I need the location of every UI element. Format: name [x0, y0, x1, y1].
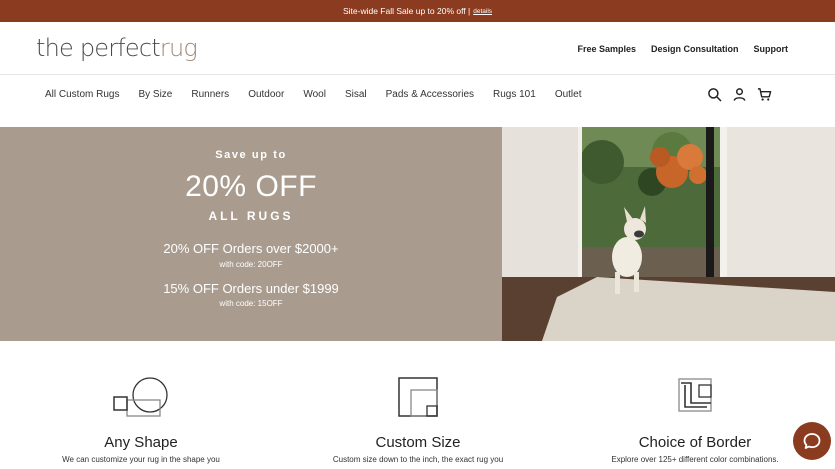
shapes-icon	[113, 377, 168, 417]
border-icon	[678, 378, 712, 412]
feature-description: We can customize your rug in the shape y…	[62, 455, 220, 464]
feature-title: Any Shape	[104, 434, 178, 451]
site-logo[interactable]: the perfectrug	[36, 34, 198, 62]
free-samples-link[interactable]: Free Samples	[577, 44, 636, 54]
hero-code-1: with code: 20OFF	[219, 260, 283, 269]
nav-item-all-custom-rugs[interactable]: All Custom Rugs	[45, 89, 119, 100]
promo-details-link[interactable]: details	[473, 8, 492, 15]
hero-image	[502, 127, 835, 341]
nav-item-pads-accessories[interactable]: Pads & Accessories	[386, 89, 474, 100]
nav-items: All Custom Rugs By Size Runners Outdoor …	[45, 89, 582, 100]
main-nav: All Custom Rugs By Size Runners Outdoor …	[0, 75, 835, 127]
chat-icon	[803, 433, 821, 449]
support-link[interactable]: Support	[754, 44, 789, 54]
hero-save-text: Save up to	[215, 149, 287, 161]
promo-text: Site-wide Fall Sale up to 20% off |	[342, 6, 471, 16]
hero-offer-2: 15% OFF Orders under $1999	[163, 281, 339, 296]
hero-offer-1: 20% OFF Orders over $2000+	[163, 241, 339, 256]
nav-icons	[707, 87, 772, 102]
nav-item-runners[interactable]: Runners	[191, 89, 229, 100]
logo-accent: rug	[159, 34, 198, 62]
nav-item-outlet[interactable]: Outlet	[555, 89, 582, 100]
chat-button[interactable]	[793, 422, 831, 460]
nav-item-by-size[interactable]: By Size	[138, 89, 172, 100]
promo-bar: Site-wide Fall Sale up to 20% off | deta…	[0, 0, 835, 22]
hero-code-2: with code: 15OFF	[219, 299, 283, 308]
feature-description: Custom size down to the inch, the exact …	[332, 455, 504, 464]
site-header: the perfectrug Free Samples Design Consu…	[0, 22, 835, 75]
nav-item-outdoor[interactable]: Outdoor	[248, 89, 284, 100]
nav-item-wool[interactable]: Wool	[303, 89, 326, 100]
utility-links: Free Samples Design Consultation Support	[577, 44, 788, 54]
logo-text: the perfect	[36, 34, 161, 62]
nav-item-sisal[interactable]: Sisal	[345, 89, 367, 100]
custom-size-icon	[398, 377, 438, 417]
hero-headline: 20% OFF	[185, 170, 317, 203]
hero-subheadline: ALL RUGS	[208, 209, 294, 223]
account-icon[interactable]	[732, 87, 747, 102]
cart-icon[interactable]	[757, 87, 772, 102]
feature-strip: Any Shape We can customize your rug in t…	[0, 341, 835, 469]
search-icon[interactable]	[707, 87, 722, 102]
feature-title: Custom Size	[375, 434, 461, 451]
nav-item-rugs-101[interactable]: Rugs 101	[493, 89, 536, 100]
feature-description: Explore over 125+ different color combin…	[611, 455, 779, 464]
hero-banner[interactable]: Save up to 20% OFF ALL RUGS 20% OFF Orde…	[0, 127, 835, 341]
design-consultation-link[interactable]: Design Consultation	[651, 44, 739, 54]
hero-promo-panel: Save up to 20% OFF ALL RUGS 20% OFF Orde…	[0, 127, 502, 341]
